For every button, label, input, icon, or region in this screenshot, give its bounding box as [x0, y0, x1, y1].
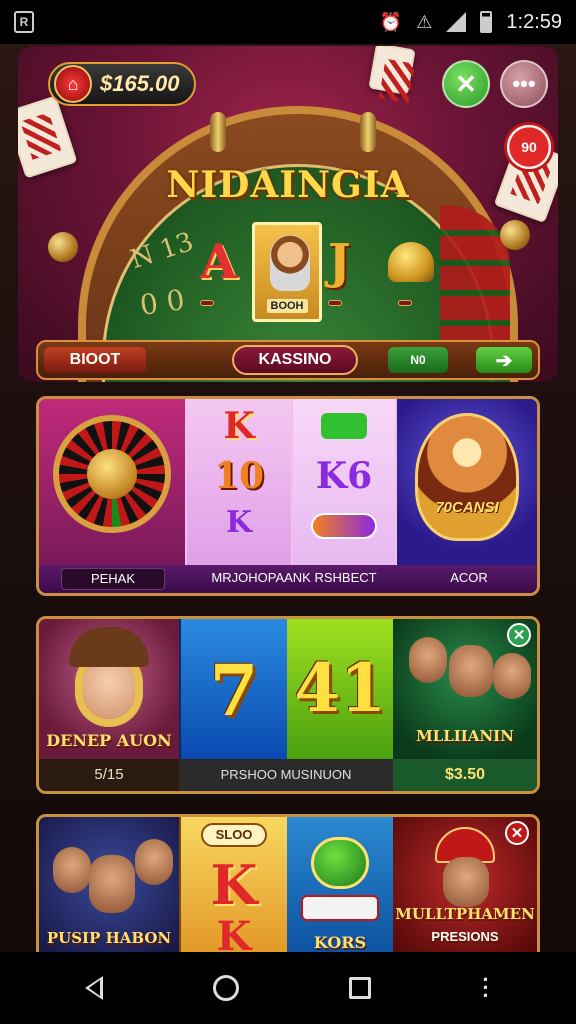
- character-face: [409, 637, 447, 683]
- game-tile-group[interactable]: PUSIP HABON: [39, 817, 179, 952]
- cash-icon: [321, 413, 367, 439]
- center-tile-label: BOOH: [266, 299, 308, 313]
- seven-symbol: 7: [209, 649, 259, 732]
- row1-label-strip: PEHAK MRJOHOPAANK RSHBECT ACOR: [39, 565, 537, 593]
- game-row-2: DENEP AUON 7 41 MLLIIANIN ✕ 5/15 PRSHOO …: [36, 616, 540, 794]
- tile-subtitle: PRESIONS: [431, 929, 499, 944]
- bell-icon: [388, 242, 434, 282]
- wifi-off-icon: ⚠: [416, 11, 433, 32]
- game-tile-cowgirl[interactable]: DENEP AUON: [39, 619, 179, 759]
- coin-icon: ⌂: [54, 65, 92, 103]
- slot-symbol: 10: [213, 455, 265, 497]
- game-tile-slot-2[interactable]: K6: [293, 399, 397, 565]
- row1-label: ACOR: [450, 570, 488, 585]
- row1-label: MRJOHOPAANK RSHBECT: [211, 570, 377, 585]
- chip-stack-icon: [301, 895, 379, 921]
- close-icon[interactable]: ✕: [507, 623, 531, 647]
- tile-title: MULLTPHAMEN: [395, 905, 535, 923]
- status-bar: R ⏰ ⚠ 1:2:59: [0, 0, 576, 44]
- portrait-badge: [415, 413, 519, 541]
- row2-label: 5/15: [39, 759, 179, 791]
- balance-amount: $165.00: [100, 71, 180, 96]
- rabbit-icon: [87, 449, 137, 499]
- row2-label-strip: 5/15 PRSHOO MUSINUON $3.50: [39, 759, 537, 791]
- game-tile-seven[interactable]: 7: [179, 619, 287, 759]
- slot-symbol: K: [225, 505, 253, 540]
- next-arrow-button[interactable]: ➔: [476, 347, 532, 373]
- wheel-digits: 0 0: [137, 283, 187, 322]
- hero-chip-label: [200, 300, 214, 306]
- character-face: [270, 235, 310, 291]
- game-lobby: NIDAINGIA N 13 0 0 A BOOH J ⌂ $165.00 ✕ …: [0, 44, 576, 952]
- slot-symbol: K6: [315, 455, 373, 497]
- wheel-peg: [210, 112, 226, 152]
- hero-chip-label: [328, 300, 342, 306]
- center-character-tile: BOOH: [252, 222, 322, 322]
- hero-action-bar: BIOOT KASSINO N0 ➔: [36, 340, 540, 380]
- slot-symbol: K: [223, 405, 255, 447]
- row2-label: $3.50: [393, 759, 537, 791]
- playing-card-decoration: [368, 46, 416, 96]
- status-icons: ⏰ ⚠ 1:2:59: [380, 11, 562, 34]
- tile-title: DENEP AUON: [46, 731, 172, 750]
- clock: 1:2:59: [506, 10, 562, 33]
- slot-symbol: K: [216, 913, 252, 952]
- home-icon[interactable]: [213, 975, 239, 1001]
- cash-bag-icon: [311, 837, 369, 889]
- close-button[interactable]: ✕: [442, 60, 490, 108]
- game-row-1: K 10 K K6 70CANSI PEHAK MRJOHOPAANK RSHB…: [36, 396, 540, 596]
- casino-chip-icon: 90: [504, 122, 554, 172]
- card-symbol-a: A: [200, 234, 238, 290]
- tile-title: MLLIIANIN: [416, 727, 514, 745]
- character-face: [443, 857, 489, 907]
- game-tile-four[interactable]: 41: [287, 619, 393, 759]
- game-tile-lady[interactable]: 70CANSI: [397, 399, 537, 565]
- hat-icon: [69, 627, 149, 667]
- tab-kassino[interactable]: KASSINO: [232, 345, 358, 375]
- game-row-3: PUSIP HABON SLOO K K KORS MULLTPHAMEN PR…: [36, 814, 540, 952]
- recents-icon[interactable]: [349, 977, 371, 999]
- character-face: [135, 839, 173, 885]
- wheel-peg: [360, 112, 376, 152]
- hero-title: NIDAINGIA: [166, 164, 410, 206]
- character-face: [449, 645, 493, 697]
- slot-badge: SLOO: [201, 823, 267, 847]
- four-symbol: 41: [294, 649, 386, 727]
- pill-icon: [311, 513, 377, 539]
- alarm-icon: ⏰: [379, 11, 403, 32]
- boost-button[interactable]: BIOOT: [44, 347, 146, 373]
- hero-chip-label: [398, 300, 412, 306]
- game-tile-slot-3[interactable]: SLOO K K: [179, 817, 287, 952]
- signal-icon: [446, 12, 467, 32]
- wheel-knob: [48, 232, 78, 262]
- tile-title: 70CANSI: [435, 499, 499, 516]
- slot-symbol: K: [210, 853, 258, 917]
- game-tile-hat[interactable]: MULLTPHAMEN PRESIONS ✕: [393, 817, 537, 952]
- more-options-button[interactable]: •••: [500, 60, 548, 108]
- card-symbol-j: J: [328, 234, 351, 290]
- system-nav-bar: · · ·: [0, 952, 576, 1024]
- game-tile-slot-1[interactable]: K 10 K: [185, 399, 293, 565]
- hero-banner[interactable]: NIDAINGIA N 13 0 0 A BOOH J ⌂ $165.00 ✕ …: [18, 46, 558, 382]
- tile-title: PUSIP HABON: [46, 929, 172, 947]
- character-face: [493, 653, 531, 699]
- game-tile-chips[interactable]: KORS: [287, 817, 393, 952]
- wheel-knob: [500, 220, 530, 250]
- tile-title: KORS: [313, 933, 367, 952]
- secondary-button[interactable]: N0: [388, 347, 448, 373]
- overflow-icon[interactable]: · · ·: [481, 969, 491, 1007]
- notification-app-icon: R: [14, 11, 34, 33]
- row2-label: PRSHOO MUSINUON: [179, 759, 393, 791]
- game-tile-men[interactable]: MLLIIANIN ✕: [393, 619, 537, 759]
- character-face: [53, 847, 91, 893]
- battery-icon: [480, 11, 493, 33]
- row1-label: PEHAK: [61, 568, 165, 590]
- character-face: [89, 855, 135, 913]
- balance-pill[interactable]: ⌂ $165.00: [48, 62, 196, 106]
- close-icon[interactable]: ✕: [505, 821, 529, 845]
- game-tile-roulette[interactable]: [39, 399, 185, 565]
- back-icon[interactable]: [85, 976, 103, 1000]
